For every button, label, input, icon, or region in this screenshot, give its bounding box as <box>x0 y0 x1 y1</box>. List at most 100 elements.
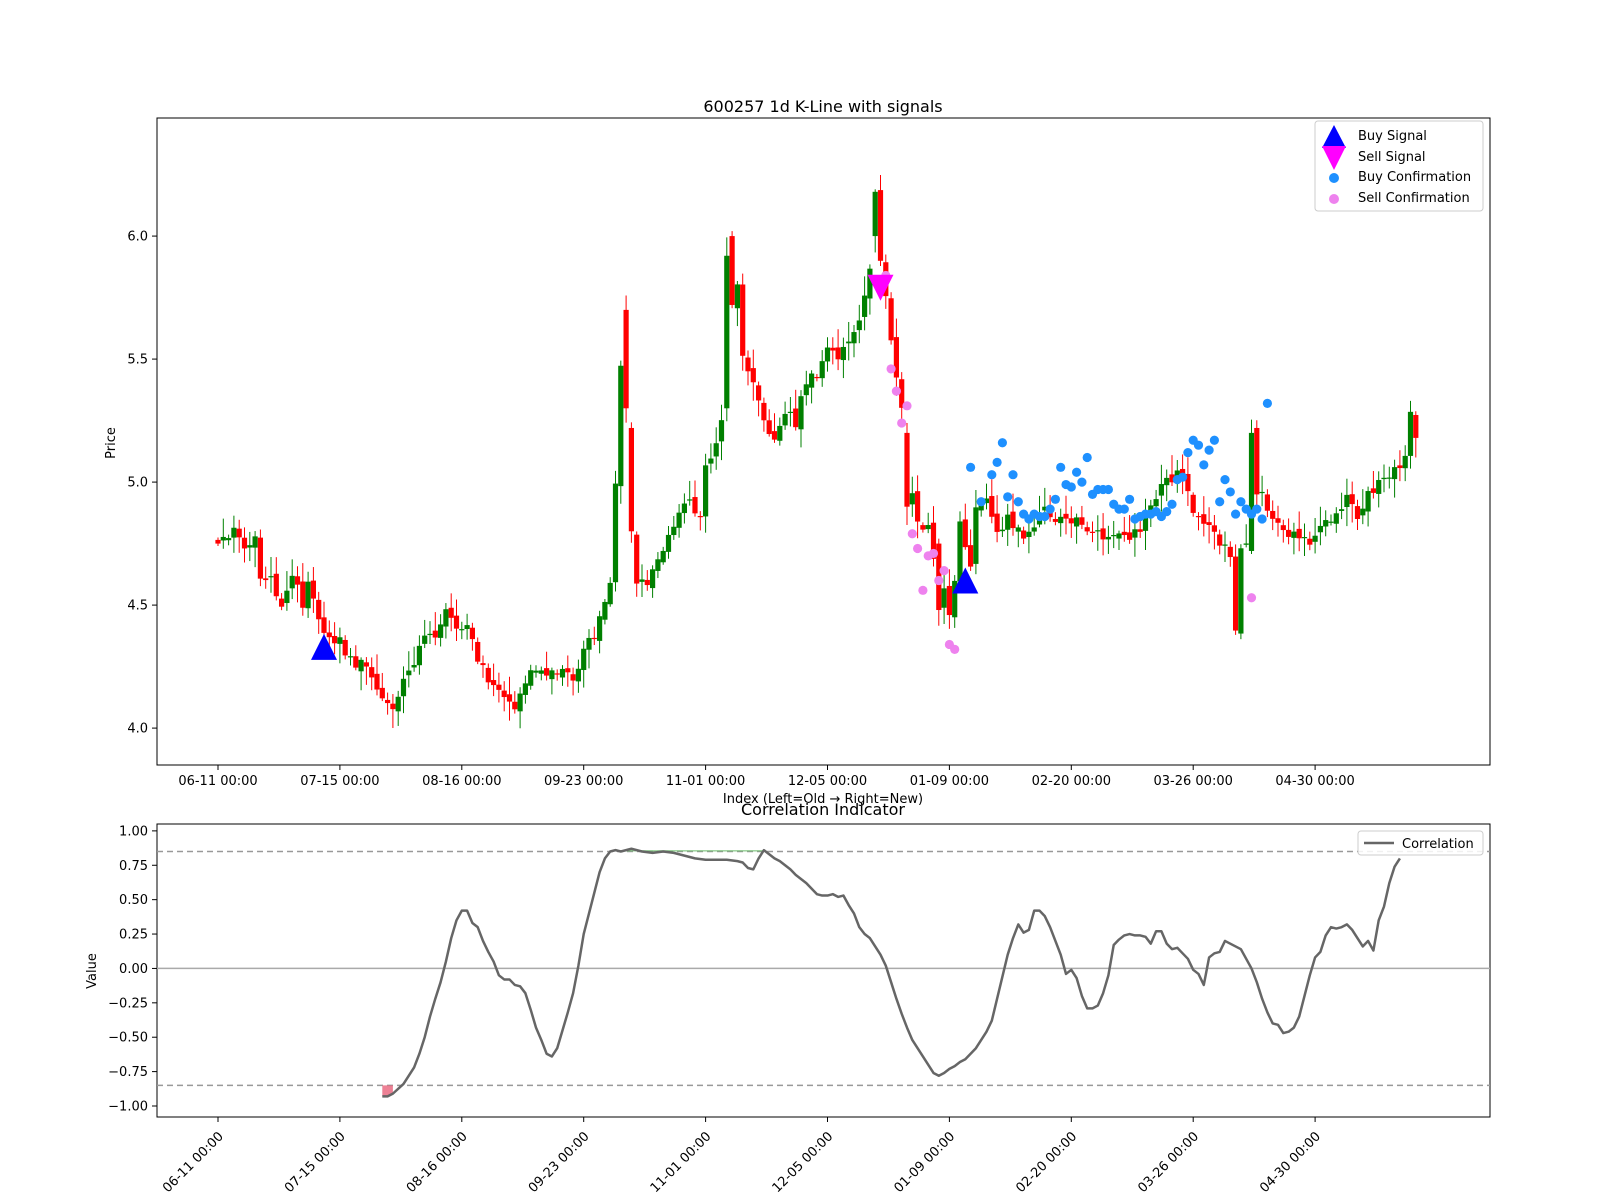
buy-confirmation-point <box>1199 460 1209 470</box>
candle-body <box>289 575 295 589</box>
candle-body <box>1021 530 1027 539</box>
kline-y-label: Price <box>104 427 119 459</box>
candle-body <box>1392 467 1398 480</box>
legend-label-sell-confirmation: Sell Confirmation <box>1358 191 1470 206</box>
candle-body <box>369 667 375 678</box>
candle-body <box>1201 514 1207 524</box>
correlation-legend: Correlation <box>1357 830 1484 856</box>
candle-body <box>528 670 534 686</box>
candle-body <box>1317 525 1323 533</box>
candle-body <box>798 396 804 430</box>
candle-body <box>1407 411 1414 456</box>
candle-body <box>771 431 778 440</box>
candle-body <box>1296 528 1302 539</box>
candle-body <box>464 625 470 629</box>
candle-body <box>337 637 343 644</box>
candle-body <box>1402 455 1408 469</box>
candle-body <box>517 693 523 712</box>
candle-body <box>819 361 825 379</box>
candle-body <box>756 385 762 401</box>
candle-body <box>962 519 968 548</box>
candle-body <box>570 674 576 681</box>
candle-body <box>1158 484 1164 496</box>
kline-y-tick-label: 6.0 <box>127 230 148 245</box>
buy-confirmation-point <box>1262 398 1272 408</box>
candle-body <box>1015 527 1021 532</box>
buy-confirmation-point <box>1215 497 1225 507</box>
candle-body <box>1376 480 1382 494</box>
candle-body <box>1010 511 1016 529</box>
candle-body <box>284 590 290 604</box>
candle-body <box>787 411 793 414</box>
sell-confirmation-point <box>897 418 907 428</box>
candle-body <box>347 656 354 658</box>
buy-confirmation-point <box>992 457 1002 468</box>
candle-body <box>909 493 915 505</box>
candle-body <box>326 632 332 638</box>
candle-body <box>1307 538 1313 545</box>
buy-confirmation-point <box>1162 507 1172 517</box>
candle-body <box>1084 527 1090 532</box>
candle-body <box>814 376 820 379</box>
candle-body <box>1005 514 1011 530</box>
kline-y-tick-label: 4.0 <box>127 722 148 737</box>
candle-body <box>554 673 560 675</box>
candle-body <box>618 365 624 487</box>
candle-body <box>279 598 285 607</box>
buy-confirmation-point <box>1013 497 1023 507</box>
candle-body <box>586 637 592 650</box>
candle-body <box>1275 518 1281 523</box>
candle-body <box>628 427 634 532</box>
candle-body <box>1370 488 1376 493</box>
candle-body <box>718 420 725 442</box>
candle-body <box>1206 522 1212 526</box>
sell-confirmation-point <box>918 585 928 595</box>
buy-confirmation-point <box>997 438 1008 448</box>
candle-body <box>1323 520 1329 527</box>
candle-body <box>406 670 412 676</box>
buy-confirmation-point <box>1236 497 1246 507</box>
kline-legend: Buy Signal Sell Signal Buy Confirmation … <box>1314 120 1484 212</box>
candle-body <box>438 624 444 638</box>
candle-body <box>1238 548 1244 634</box>
candle-body <box>904 432 910 507</box>
candle-body <box>416 645 422 666</box>
candle-body <box>650 569 656 589</box>
candle-body <box>358 659 364 672</box>
candle-body <box>862 295 868 317</box>
candle-body <box>252 536 258 548</box>
legend-label-buy-confirmation: Buy Confirmation <box>1358 170 1471 185</box>
candle-body <box>565 668 571 673</box>
candle-body <box>1074 517 1080 527</box>
candle-body <box>840 346 846 361</box>
candle-body <box>925 525 931 530</box>
candle-body <box>793 408 799 428</box>
kline-x-tick-label: 09-23 00:00 <box>544 774 623 789</box>
candle-body <box>231 527 237 538</box>
kline-x-tick-label: 08-16 00:00 <box>422 774 501 789</box>
candle-body <box>538 670 544 674</box>
candle-body <box>1280 525 1286 531</box>
candle-body <box>236 528 242 538</box>
candle-body <box>729 236 735 305</box>
candle-body <box>994 513 1000 532</box>
buy-confirmation-point <box>1193 440 1204 450</box>
candle-body <box>989 496 995 517</box>
candle-body <box>427 633 433 636</box>
candle-body <box>1137 529 1143 532</box>
correlation-y-tick-label: −1.00 <box>108 1099 148 1114</box>
candle-body <box>1270 510 1276 519</box>
candle-body <box>1222 544 1228 546</box>
candle-body <box>342 639 348 656</box>
candle-body <box>1211 525 1217 532</box>
candle-body <box>607 582 613 605</box>
candle-body <box>1243 543 1249 545</box>
candle-body <box>766 420 772 435</box>
candle-body <box>506 694 513 702</box>
buy-confirmation-point <box>1066 482 1076 492</box>
candle-body <box>1100 528 1106 540</box>
candle-body <box>1111 535 1117 537</box>
candle-body <box>316 599 322 620</box>
buy-confirmation-point <box>1072 467 1082 477</box>
candle-body <box>480 663 486 666</box>
